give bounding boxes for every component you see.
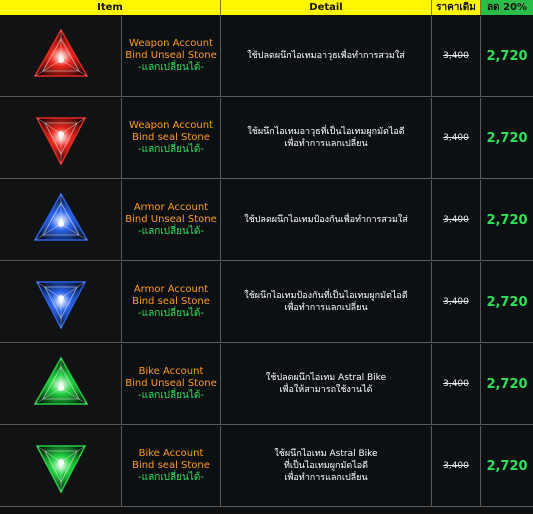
old-price-cell: 3,400 (432, 16, 481, 96)
item-image-cell (0, 98, 122, 178)
item-detail-cell: ใช้ปลดผนึกไอเทมป้องกันเพื่อทำการสวมใส่ (221, 180, 432, 260)
item-detail-cell: ใช้ผนึกไอเทมอาวุธที่เป็นไอเทมผูกมัดไอดีเ… (221, 98, 432, 178)
tradeable-label: -แลกเปลี่ยนได้- (138, 472, 204, 483)
tradeable-label: -แลกเปลี่ยนได้- (138, 144, 204, 155)
tradeable-label: -แลกเปลี่ยนได้- (138, 390, 204, 401)
detail-line: เพื่อให้สามารถใช้งานได้ (279, 385, 373, 395)
item-name-cell: Bike Account Bind seal Stone -แลกเปลี่ยนได… (122, 426, 221, 506)
header-discount: ลด 20% (481, 0, 533, 15)
discount-price-cell: 2,720 (481, 344, 533, 424)
item-name-line1: Armor Account (133, 202, 209, 213)
old-price-cell: 3,400 (432, 262, 481, 342)
item-image-cell (0, 180, 122, 260)
item-name-line1: Weapon Account (129, 120, 213, 131)
discount-price: 2,720 (486, 376, 528, 392)
discount-price: 2,720 (486, 130, 528, 146)
table-row: Weapon Account Bind Unseal Stone -แลกเปลี่… (0, 16, 533, 97)
item-detail-cell: ใช้ผนึกไอเทม Astral Bike ที่เป็นไอเทมผูกม… (221, 426, 432, 506)
detail-line: ใช้ปลดผนึกไอเทม Astral Bike (265, 373, 387, 383)
old-price-cell: 3,400 (432, 426, 481, 506)
green-triangle-gem-icon (33, 356, 88, 405)
item-name-line2: Bind seal Stone (132, 296, 210, 307)
item-name-cell: Weapon Account Bind Unseal Stone -แลกเปลี่… (122, 16, 221, 96)
item-name-line1: Bike Account (138, 448, 204, 459)
discount-price-cell: 2,720 (481, 180, 533, 260)
detail-line: เพื่อทำการแลกเปลี่ยน (284, 473, 368, 483)
discount-price-cell: 2,720 (481, 262, 533, 342)
table-row: Bike Account Bind Unseal Stone -แลกเปลี่ยน… (0, 344, 533, 425)
detail-line: เพื่อทำการแลกเปลี่ยน (284, 139, 368, 149)
discount-price-cell: 2,720 (481, 426, 533, 506)
detail-line: ใช้ปลดผนึกไอเทมอาวุธเพื่อทำการสวมใส่ (247, 51, 405, 61)
item-name-cell: Weapon Account Bind seal Stone -แลกเปลี่ยน… (122, 98, 221, 178)
old-price: 3,400 (443, 461, 469, 471)
detail-line: เพื่อทำการแลกเปลี่ยน (284, 303, 368, 313)
item-name-cell: Armor Account Bind Unseal Stone -แลกเปลี่ย… (122, 180, 221, 260)
item-name-line2: Bind seal Stone (132, 132, 210, 143)
item-image-cell (0, 426, 122, 506)
price-table: Item Detail ราคาเดิม ลด 20% Weapon Accou… (0, 0, 533, 514)
old-price: 3,400 (443, 297, 469, 307)
detail-line: ใช้ปลดผนึกไอเทมป้องกันเพื่อทำการสวมใส่ (244, 215, 408, 225)
header-item: Item (0, 0, 221, 15)
old-price: 3,400 (443, 51, 469, 61)
item-name-line2: Bind Unseal Stone (125, 214, 217, 225)
old-price-cell: 3,400 (432, 98, 481, 178)
item-detail-cell: ใช้ผนึกไอเทมป้องกันที่เป็นไอเทมผูกมัดไอด… (221, 262, 432, 342)
table-row: Weapon Account Bind seal Stone -แลกเปลี่ยน… (0, 98, 533, 179)
item-image-cell (0, 344, 122, 424)
old-price: 3,400 (443, 133, 469, 143)
header-detail: Detail (221, 0, 432, 15)
item-name-line1: Weapon Account (129, 38, 213, 49)
green-inverted-triangle-gem-icon (35, 445, 86, 494)
blue-triangle-gem-icon (33, 192, 88, 241)
table-row: Armor Account Bind Unseal Stone -แลกเปลี่ย… (0, 180, 533, 261)
detail-line: ใช้ผนึกไอเทมอาวุธที่เป็นไอเทมผูกมัดไอดี (247, 127, 405, 137)
item-detail-cell: ใช้ปลดผนึกไอเทมอาวุธเพื่อทำการสวมใส่ (221, 16, 432, 96)
item-image-cell (0, 262, 122, 342)
item-name-cell: Armor Account Bind seal Stone -แลกเปลี่ยนไ… (122, 262, 221, 342)
tradeable-label: -แลกเปลี่ยนได้- (138, 308, 204, 319)
discount-price: 2,720 (486, 294, 528, 310)
item-name-line1: Armor Account (133, 284, 209, 295)
item-image-cell (0, 16, 122, 96)
tradeable-label: -แลกเปลี่ยนได้- (138, 62, 204, 73)
detail-line: ใช้ผนึกไอเทม Astral Bike (274, 449, 378, 459)
item-name-cell: Bike Account Bind Unseal Stone -แลกเปลี่ยน… (122, 344, 221, 424)
old-price: 3,400 (443, 215, 469, 225)
old-price: 3,400 (443, 379, 469, 389)
table-header: Item Detail ราคาเดิม ลด 20% (0, 0, 533, 15)
detail-line: ใช้ผนึกไอเทมป้องกันที่เป็นไอเทมผูกมัดไอด… (244, 291, 408, 301)
item-name-line1: Bike Account (138, 366, 204, 377)
discount-price-cell: 2,720 (481, 16, 533, 96)
tradeable-label: -แลกเปลี่ยนได้- (138, 226, 204, 237)
red-inverted-triangle-gem-icon (35, 117, 86, 166)
item-name-line2: Bind Unseal Stone (125, 378, 217, 389)
discount-price: 2,720 (486, 48, 528, 64)
discount-price: 2,720 (486, 458, 528, 474)
header-old-price: ราคาเดิม (432, 0, 481, 15)
table-row: Armor Account Bind seal Stone -แลกเปลี่ยนไ… (0, 262, 533, 343)
discount-price: 2,720 (486, 212, 528, 228)
item-name-line2: Bind Unseal Stone (125, 50, 217, 61)
detail-line: ที่เป็นไอเทมผูกมัดไอดี (283, 461, 369, 471)
red-triangle-gem-icon (33, 28, 88, 77)
blue-inverted-triangle-gem-icon (35, 281, 86, 330)
old-price-cell: 3,400 (432, 344, 481, 424)
table-row: Bike Account Bind seal Stone -แลกเปลี่ยนได… (0, 426, 533, 507)
old-price-cell: 3,400 (432, 180, 481, 260)
item-name-line2: Bind seal Stone (132, 460, 210, 471)
discount-price-cell: 2,720 (481, 98, 533, 178)
item-detail-cell: ใช้ปลดผนึกไอเทม Astral Bike เพื่อให้สามาร… (221, 344, 432, 424)
